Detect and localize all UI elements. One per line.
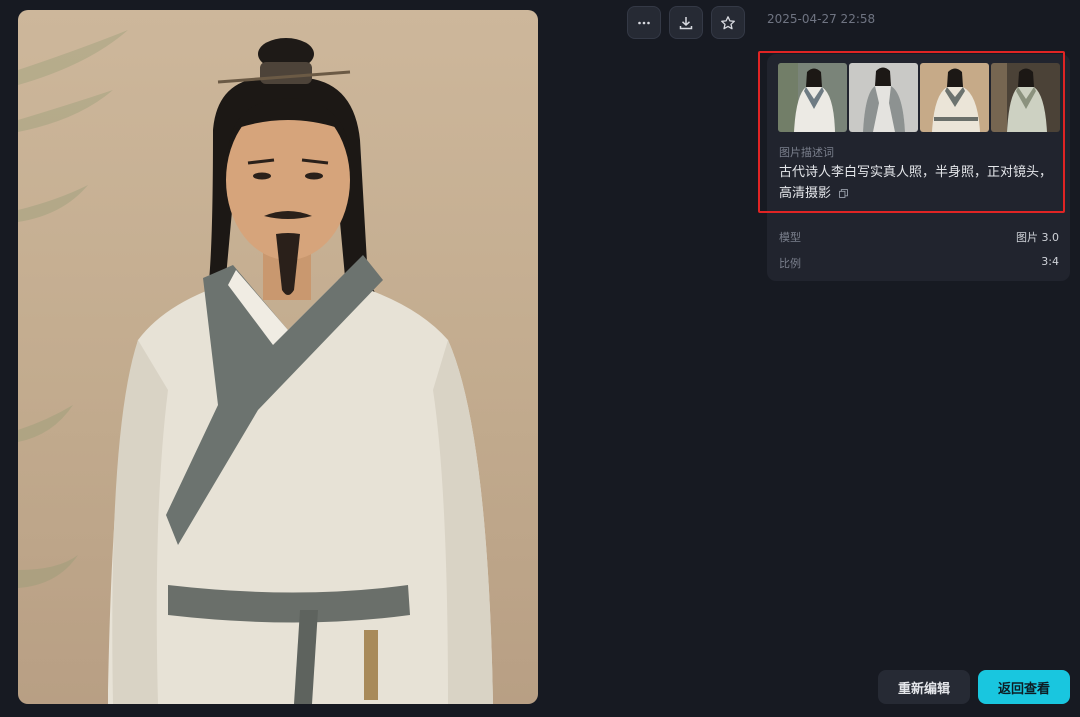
ratio-value: 3:4 [1041,255,1059,268]
meta-row-model: 模型 图片 3.0 [779,229,1059,245]
star-icon [721,15,735,29]
model-value: 图片 3.0 [1016,231,1059,244]
image-detail-page: 2025-04-27 22:58 图片描述词 古代诗人李白写实真人照，半身照，正… [0,0,1080,717]
generated-image-main[interactable] [18,10,538,704]
thumbnail-strip [778,63,1060,132]
favorite-button[interactable] [711,6,745,39]
model-label: 模型 [779,231,801,244]
creation-timestamp: 2025-04-27 22:58 [767,12,876,26]
prompt-text: 古代诗人李白写实真人照，半身照，正对镜头，高清摄影 [779,165,1053,201]
copy-icon[interactable] [839,189,849,198]
more-button[interactable] [627,6,661,39]
download-icon [679,16,693,29]
download-button[interactable] [669,6,703,39]
thumbnail-3[interactable] [920,63,989,132]
reedit-button[interactable]: 重新编辑 [878,670,970,704]
back-to-view-button[interactable]: 返回查看 [978,670,1070,704]
thumbnail-1[interactable] [778,63,847,132]
more-horizontal-icon [638,21,650,24]
prompt-label: 图片描述词 [779,146,834,159]
thumbnail-2[interactable] [849,63,918,132]
prompt-text-block: 古代诗人李白写实真人照，半身照，正对镜头，高清摄影 [779,162,1061,204]
ratio-label: 比例 [779,257,801,270]
thumbnail-4[interactable] [991,63,1060,132]
image-toolbar [627,6,745,39]
meta-row-ratio: 比例 3:4 [779,255,1059,271]
